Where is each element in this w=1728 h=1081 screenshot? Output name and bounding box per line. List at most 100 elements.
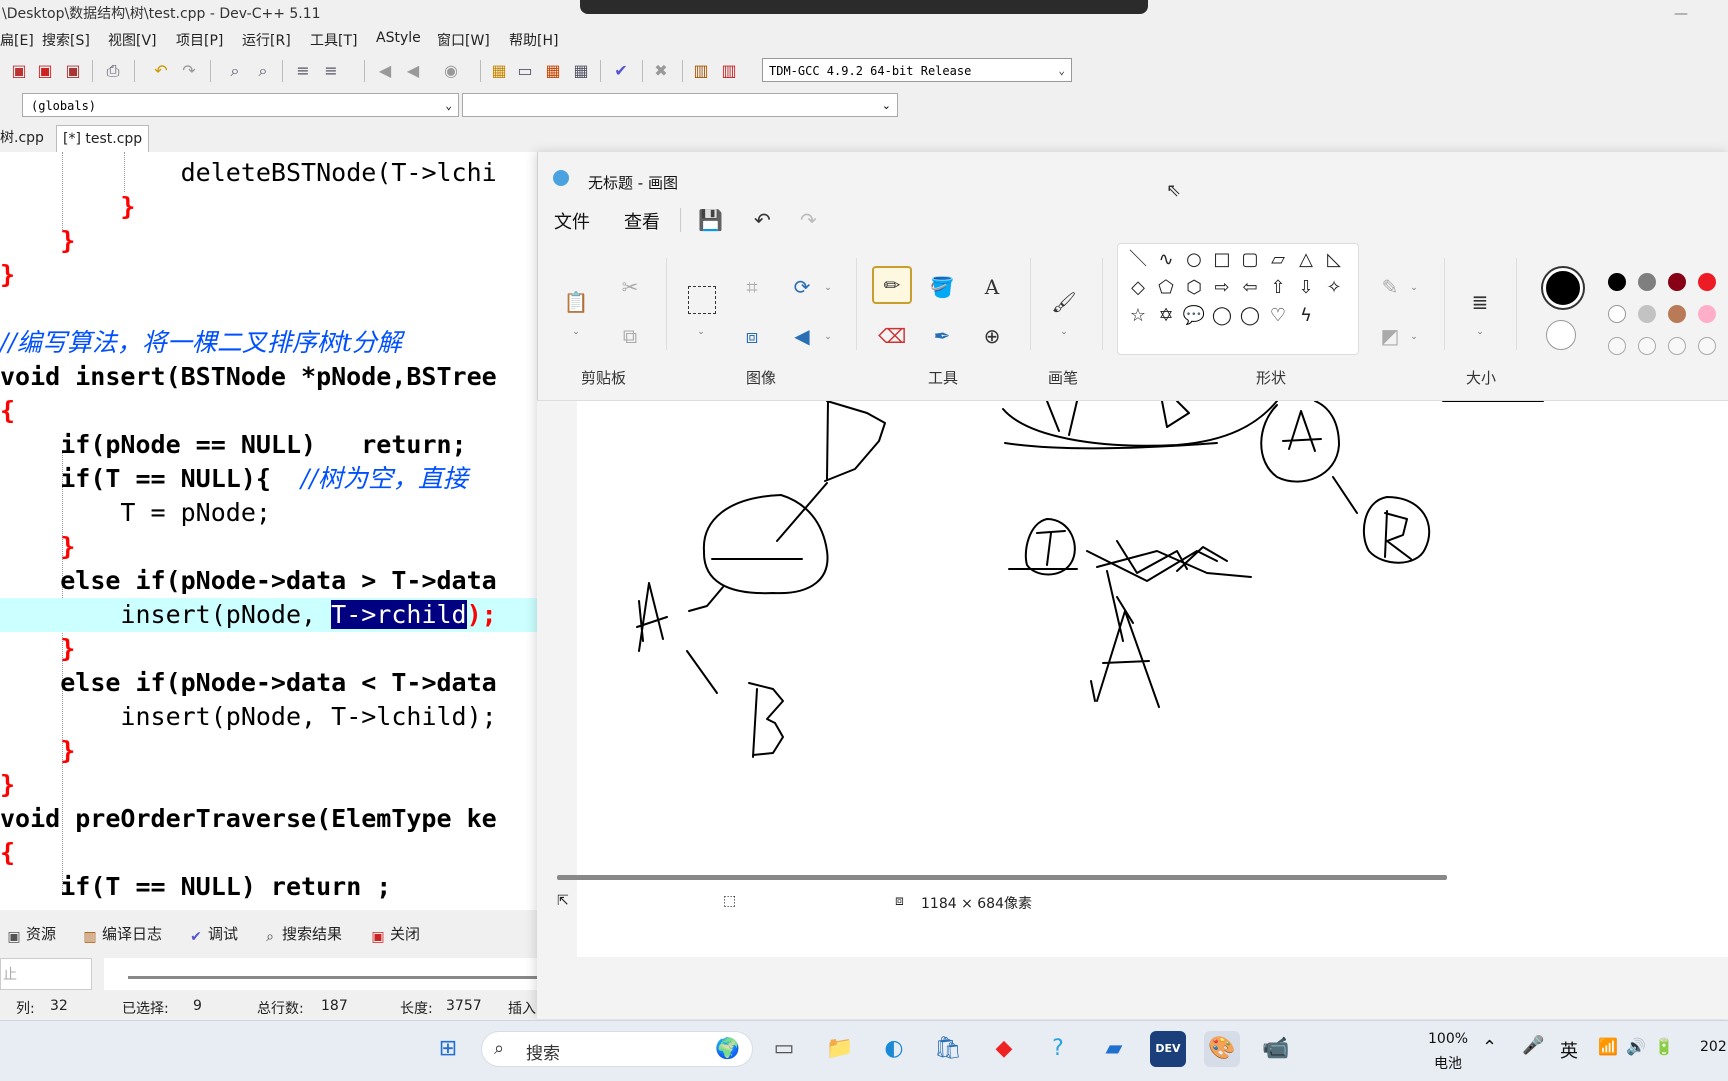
polygon-shape-icon[interactable]: ▱ [1266, 248, 1290, 272]
member-select[interactable]: ⌄ [462, 93, 898, 117]
triangle-shape-icon[interactable]: △ [1294, 248, 1318, 272]
redo-icon[interactable]: ↷ [800, 208, 817, 232]
eraser-icon[interactable]: ⌫ [878, 322, 906, 350]
color-swatch[interactable] [1668, 273, 1686, 291]
tab-test-cpp[interactable]: [*] test.cpp [56, 125, 150, 152]
stop-button[interactable]: 止 [0, 958, 92, 990]
save-icon[interactable]: 💾 [698, 208, 723, 232]
select-icon[interactable] [688, 286, 716, 314]
battery-icon[interactable]: 🔋 [1654, 1037, 1674, 1056]
replace-icon[interactable]: ⌕ [252, 60, 274, 82]
microphone-icon[interactable]: 🎤 [1522, 1035, 1544, 1056]
app-blue-icon[interactable]: ▰ [1096, 1031, 1132, 1067]
fill-shape-icon[interactable]: ◩ [1376, 322, 1404, 350]
color-swatch[interactable] [1638, 273, 1656, 291]
rectangle-shape-icon[interactable]: □ [1210, 248, 1234, 272]
custom-color-slot[interactable] [1638, 337, 1656, 355]
callout-oval-shape-icon[interactable]: ◯ [1210, 304, 1234, 328]
copy-icon[interactable]: ⧉ [616, 322, 644, 350]
color-swatch[interactable] [1638, 305, 1656, 323]
chevron-down-icon[interactable]: ⌄ [695, 326, 707, 338]
close-all-icon[interactable]: ▣ [62, 60, 84, 82]
print-icon[interactable]: ⎙ [102, 60, 124, 82]
curve-shape-icon[interactable]: ∿ [1154, 248, 1178, 272]
primary-color[interactable] [1543, 268, 1583, 308]
pencil-icon[interactable]: ✏ [878, 271, 906, 299]
chevron-down-icon[interactable]: ⌄ [1058, 326, 1070, 338]
task-view-icon[interactable]: ▭ [766, 1031, 802, 1067]
diamond-shape-icon[interactable]: ◇ [1126, 276, 1150, 300]
menu-tools[interactable]: 工具[T] [310, 30, 357, 50]
stop-icon[interactable]: ✖ [650, 60, 672, 82]
color-swatch[interactable] [1608, 305, 1626, 323]
menu-help[interactable]: 帮助[H] [509, 30, 558, 50]
undo-icon[interactable]: ↶ [754, 208, 771, 232]
fill-icon[interactable]: 🪣 [928, 273, 956, 301]
hexagon-shape-icon[interactable]: ⬡ [1182, 276, 1206, 300]
lightning-shape-icon[interactable]: ϟ [1294, 304, 1318, 328]
oval-shape-icon[interactable]: ○ [1182, 248, 1206, 272]
find-icon[interactable]: ⌕ [224, 60, 246, 82]
custom-color-slot[interactable] [1668, 337, 1686, 355]
code-editor[interactable]: deleteBSTNode(T->lchi } } } //编写算法，将一棵二叉… [0, 152, 540, 910]
flip-icon[interactable]: ◀ [788, 322, 816, 350]
color-picker-icon[interactable]: ✒ [928, 322, 956, 350]
chevron-down-icon[interactable]: ⌄ [822, 331, 834, 343]
start-icon[interactable]: ⊞ [430, 1031, 466, 1067]
arrow-right-shape-icon[interactable]: ⇨ [1210, 276, 1234, 300]
store-icon[interactable]: 🛍 [930, 1031, 966, 1067]
rounded-rect-shape-icon[interactable]: ▢ [1238, 248, 1262, 272]
ime-indicator[interactable]: 英 [1560, 1037, 1578, 1063]
undo-icon[interactable]: ↶ [150, 60, 172, 82]
chevron-down-icon[interactable]: ⌄ [1408, 331, 1420, 343]
tab-search-results[interactable]: ⌕ 搜索结果 [262, 922, 342, 946]
rotate-icon[interactable]: ⟳ [788, 273, 816, 301]
star5-shape-icon[interactable]: ☆ [1126, 304, 1150, 328]
forward-icon[interactable]: ◀ [402, 60, 424, 82]
app-red-icon[interactable]: ◆ [986, 1031, 1022, 1067]
color-swatch[interactable] [1698, 273, 1716, 291]
drawing-canvas[interactable] [577, 400, 1728, 957]
right-triangle-shape-icon[interactable]: ◺ [1322, 248, 1346, 272]
paint-taskbar-icon[interactable]: 🎨 [1204, 1031, 1240, 1067]
crop-icon[interactable]: ⌗ [738, 273, 766, 301]
compile-icon[interactable]: ▦ [488, 60, 510, 82]
arrow-up-shape-icon[interactable]: ⇧ [1266, 276, 1290, 300]
callout-cloud-shape-icon[interactable]: ◯ [1238, 304, 1262, 328]
file-explorer-icon[interactable]: 📁 [822, 1031, 858, 1067]
heart-shape-icon[interactable]: ♡ [1266, 304, 1290, 328]
run-icon[interactable]: ▭ [514, 60, 536, 82]
tab-compile-log[interactable]: ▥ 编译日志 [82, 922, 162, 946]
menu-astyle[interactable]: AStyle [376, 30, 421, 46]
tab-debug[interactable]: ✔ 调试 [188, 922, 238, 946]
secondary-color[interactable] [1546, 320, 1576, 350]
brush-icon[interactable]: 🖌 [1050, 288, 1078, 316]
star4-shape-icon[interactable]: ✧ [1322, 276, 1346, 300]
pentagon-shape-icon[interactable]: ⬠ [1154, 276, 1178, 300]
menu-project[interactable]: 项目[P] [176, 30, 223, 50]
indent-icon[interactable]: ≡ [292, 60, 314, 82]
color-swatch[interactable] [1668, 305, 1686, 323]
tab-tree-cpp[interactable]: 树.cpp [0, 125, 50, 151]
text-icon[interactable]: A [978, 273, 1006, 301]
cut-icon[interactable]: ✂ [616, 273, 644, 301]
paste-icon[interactable]: 📋 [562, 288, 590, 316]
devcpp-taskbar-icon[interactable]: DEV [1150, 1031, 1186, 1067]
menu-search[interactable]: 搜索[S] [42, 30, 90, 50]
compiler-select[interactable]: TDM-GCC 4.9.2 64-bit Release ⌄ [762, 58, 1072, 82]
unindent-icon[interactable]: ≡ [320, 60, 342, 82]
chevron-down-icon[interactable]: ⌄ [570, 326, 582, 338]
resize-icon[interactable]: ⧈ [738, 322, 766, 350]
color-swatch[interactable] [1608, 273, 1626, 291]
star6-shape-icon[interactable]: ✡ [1154, 304, 1178, 328]
custom-color-slot[interactable] [1608, 337, 1626, 355]
chevron-down-icon[interactable]: ⌄ [1408, 282, 1420, 294]
scope-select[interactable]: (globals) ⌄ [22, 93, 459, 117]
size-icon[interactable]: ≣ [1466, 288, 1494, 316]
outline-icon[interactable]: ✎ [1376, 273, 1404, 301]
menu-file[interactable]: 文件 [554, 208, 590, 234]
wifi-icon[interactable]: 📶 [1598, 1037, 1618, 1056]
chevron-down-icon[interactable]: ⌄ [1474, 326, 1486, 338]
camera-icon[interactable]: 📹 [1258, 1031, 1294, 1067]
profile-delete-icon[interactable]: ▥ [718, 60, 740, 82]
